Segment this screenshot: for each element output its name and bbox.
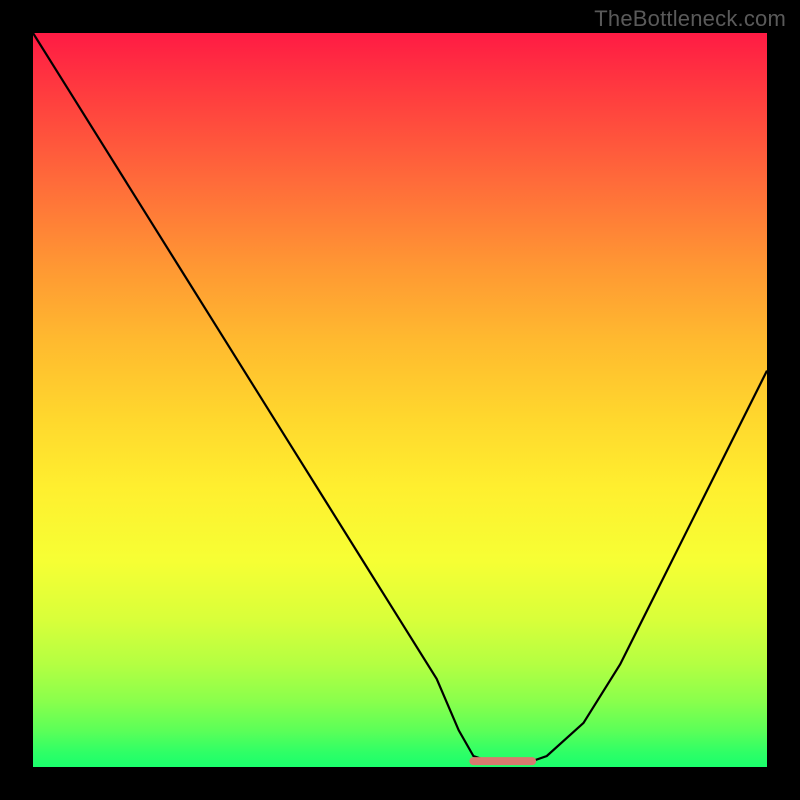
chart-background — [33, 33, 767, 767]
watermark-text: TheBottleneck.com — [594, 6, 786, 32]
